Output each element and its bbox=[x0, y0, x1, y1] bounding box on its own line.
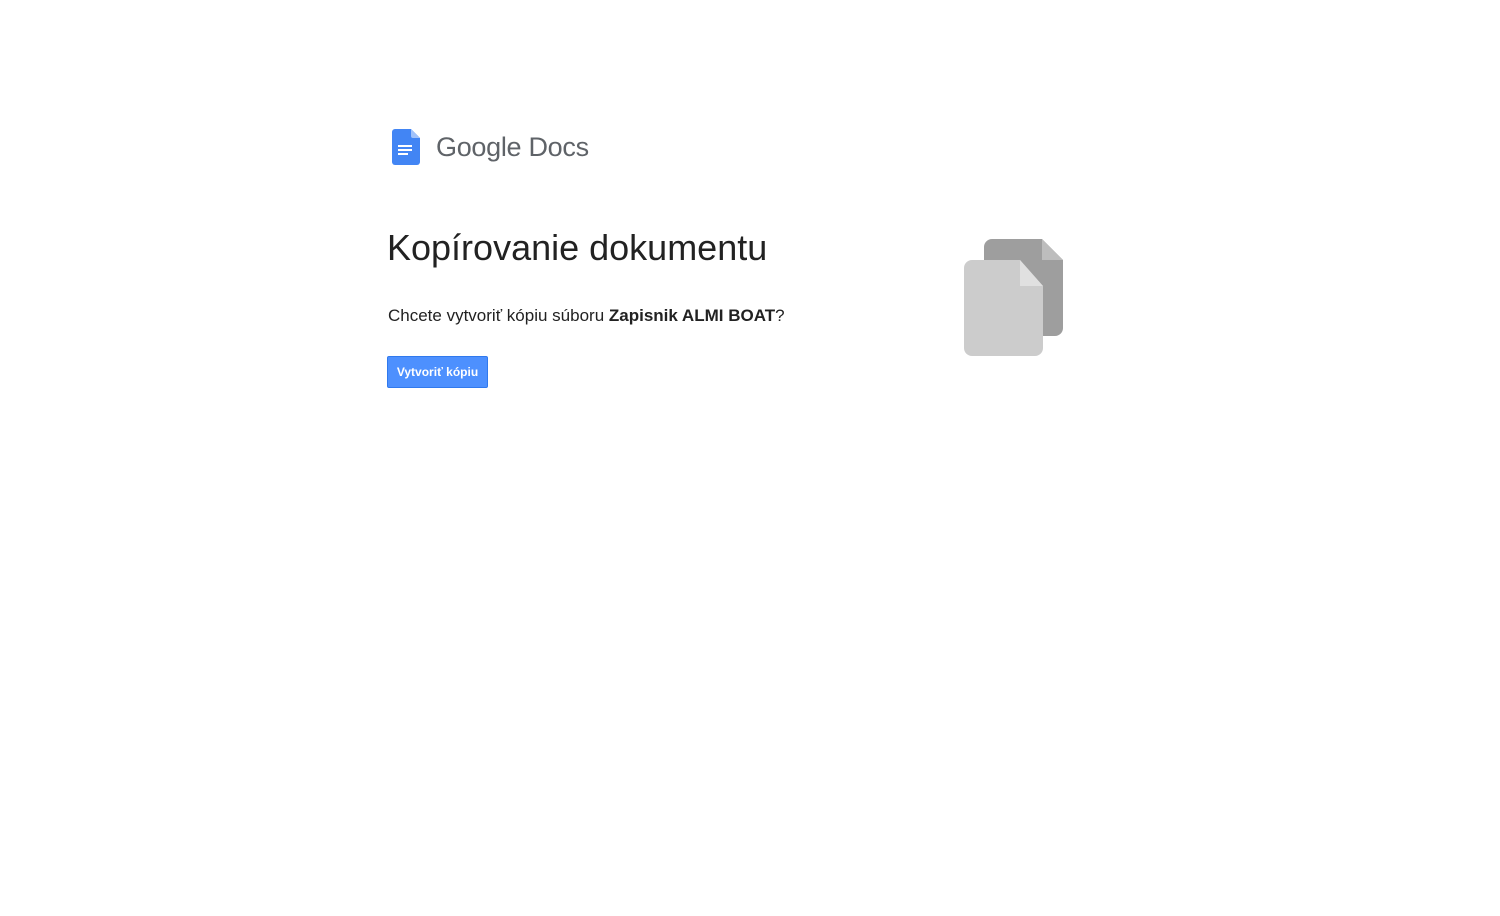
copy-document-page: Google Docs Kopírovanie dokumentu Chcete… bbox=[0, 0, 1500, 916]
question-prefix: Chcete vytvoriť kópiu súboru bbox=[388, 306, 609, 325]
copy-documents-icon bbox=[964, 239, 1063, 356]
google-docs-icon bbox=[392, 129, 420, 165]
make-copy-button[interactable]: Vytvoriť kópiu bbox=[387, 356, 488, 388]
google-docs-logo[interactable]: Google Docs bbox=[392, 128, 589, 166]
copy-question: Chcete vytvoriť kópiu súboru Zapisnik AL… bbox=[388, 305, 785, 327]
file-name: Zapisnik ALMI BOAT bbox=[608, 306, 776, 325]
product-name: Google Docs bbox=[436, 132, 589, 162]
page-title: Kopírovanie dokumentu bbox=[387, 227, 768, 268]
question-suffix: ? bbox=[775, 306, 785, 325]
